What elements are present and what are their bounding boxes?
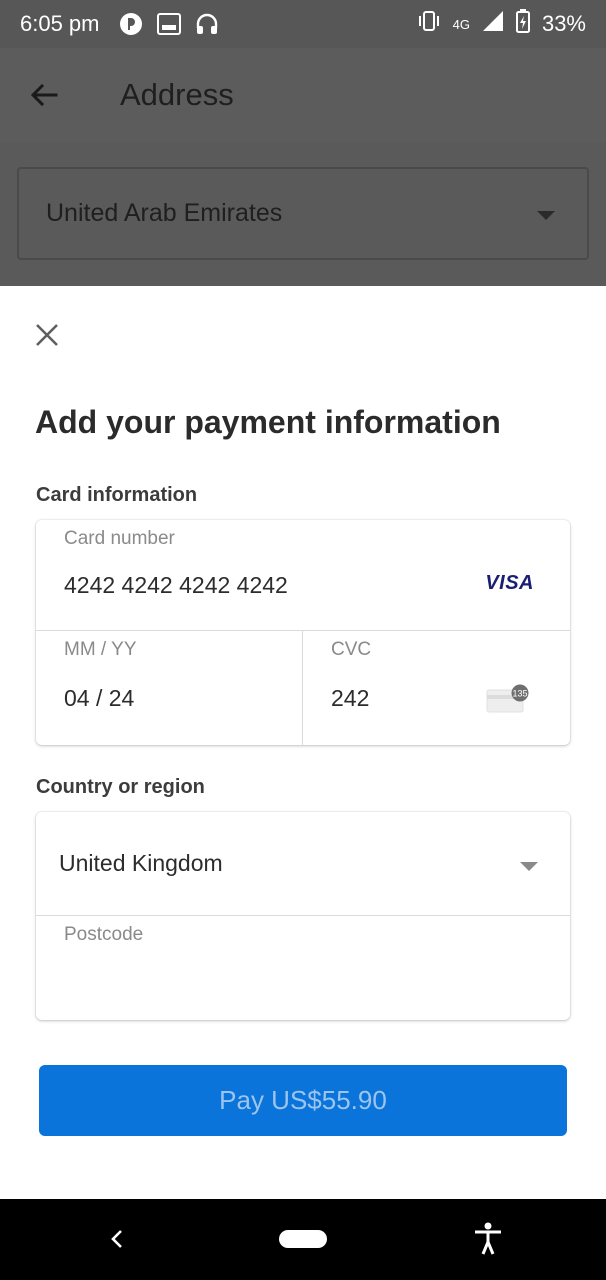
- status-time: 6:05 pm: [20, 11, 100, 36]
- page-title: Address: [120, 77, 234, 112]
- navigation-bar: [0, 1199, 606, 1280]
- cvc-icon-text: 135: [512, 689, 527, 699]
- visa-brand-icon: VISA: [485, 572, 534, 594]
- nav-back-icon[interactable]: [104, 1226, 130, 1252]
- background-country-value: United Arab Emirates: [46, 199, 283, 227]
- payment-sheet: Add your payment information Card inform…: [0, 286, 606, 1199]
- card-number-label: Card number: [64, 528, 175, 549]
- region-section-label: Country or region: [36, 776, 205, 798]
- screenshot-icon: [156, 11, 182, 37]
- postcode-field[interactable]: Postcode: [36, 916, 570, 1020]
- headset-icon: [194, 11, 220, 37]
- card-number-field[interactable]: Card number 4242 4242 4242 4242 VISA: [36, 520, 570, 630]
- signal-icon: [482, 10, 504, 38]
- vibrate-icon: [417, 10, 441, 38]
- cvc-card-icon: 135: [486, 684, 530, 714]
- close-icon[interactable]: [34, 322, 60, 348]
- chevron-down-icon: [537, 211, 555, 220]
- home-pill-icon[interactable]: [279, 1230, 327, 1248]
- pay-button[interactable]: Pay US$55.90: [39, 1065, 567, 1136]
- chevron-down-icon: [520, 862, 538, 871]
- card-information-box: Card number 4242 4242 4242 4242 VISA MM …: [36, 520, 570, 745]
- card-section-label: Card information: [36, 484, 198, 506]
- app-notification-icon: [118, 11, 144, 37]
- cvc-label: CVC: [331, 639, 372, 660]
- expiry-field[interactable]: MM / YY 04 / 24: [36, 631, 302, 745]
- app-bar: Address: [0, 48, 606, 142]
- expiry-placeholder: MM / YY: [64, 639, 137, 660]
- cvc-input[interactable]: 242: [331, 685, 369, 712]
- back-arrow-icon[interactable]: [28, 79, 60, 111]
- accessibility-icon[interactable]: [472, 1222, 504, 1256]
- battery-charging-icon: [515, 9, 530, 39]
- network-type: 4G: [452, 16, 470, 32]
- card-number-input[interactable]: 4242 4242 4242 4242: [64, 572, 288, 599]
- country-value: United Kingdom: [59, 850, 223, 876]
- expiry-input[interactable]: 04 / 24: [64, 685, 134, 712]
- background-country-select[interactable]: United Arab Emirates: [17, 167, 589, 260]
- country-select[interactable]: United Kingdom: [36, 812, 570, 915]
- battery-percent: 33%: [541, 11, 586, 36]
- background-form: United Arab Emirates: [0, 142, 606, 286]
- status-bar: 6:05 pm 4G 33%: [0, 0, 606, 48]
- sheet-title: Add your payment information: [35, 404, 501, 440]
- region-box: United Kingdom Postcode: [36, 812, 570, 1020]
- postcode-label: Postcode: [64, 924, 144, 945]
- cvc-field[interactable]: CVC 242 135: [303, 631, 570, 745]
